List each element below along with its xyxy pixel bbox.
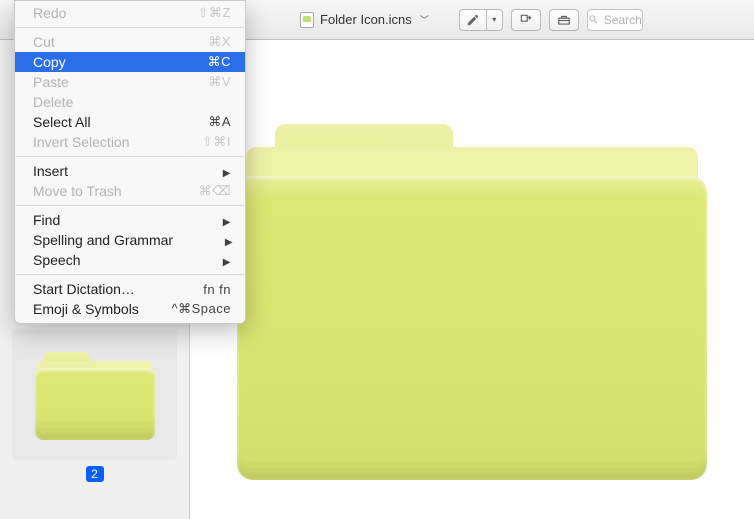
menu-item-label: Invert Selection bbox=[33, 134, 171, 150]
menu-item-shortcut: fn fn bbox=[171, 282, 231, 297]
submenu-arrow-icon: ▶ bbox=[171, 164, 231, 179]
preview-area bbox=[190, 40, 754, 519]
file-type-icon bbox=[300, 12, 314, 28]
menu-item-invert-selection: Invert Selection⇧⌘I bbox=[15, 132, 245, 152]
menu-item-shortcut: ^⌘Space bbox=[171, 301, 231, 317]
edit-button-group: ▾ bbox=[459, 9, 503, 31]
menu-item-label: Emoji & Symbols bbox=[33, 301, 171, 317]
menu-item-shortcut: ⇧⌘I bbox=[171, 134, 231, 150]
markup-dropdown[interactable]: ▾ bbox=[487, 9, 503, 31]
document-title-label: Folder Icon.icns bbox=[320, 12, 412, 27]
menu-item-redo: Redo⇧⌘Z bbox=[15, 3, 245, 23]
menu-item-cut: Cut⌘X bbox=[15, 32, 245, 52]
thumbnail-item[interactable] bbox=[12, 330, 177, 460]
rotate-icon bbox=[519, 13, 533, 27]
pencil-icon bbox=[466, 13, 480, 27]
share-button[interactable] bbox=[549, 9, 579, 31]
toolbar-buttons: ▾ Search bbox=[459, 9, 653, 31]
menu-item-shortcut: ⌘C bbox=[171, 54, 231, 70]
menu-item-speech[interactable]: Speech▶ bbox=[15, 250, 245, 270]
search-input[interactable]: Search bbox=[587, 9, 643, 31]
menu-item-label: Move to Trash bbox=[33, 183, 171, 199]
folder-icon bbox=[35, 350, 155, 440]
menu-item-shortcut: ⌘X bbox=[171, 34, 231, 50]
menu-separator bbox=[16, 27, 244, 28]
document-title[interactable]: Folder Icon.icns ﹀ bbox=[300, 12, 429, 28]
menu-item-emoji-symbols[interactable]: Emoji & Symbols^⌘Space bbox=[15, 299, 245, 319]
submenu-arrow-icon: ▶ bbox=[171, 253, 231, 268]
menu-item-label: Cut bbox=[33, 34, 171, 50]
rotate-button[interactable] bbox=[511, 9, 541, 31]
menu-item-label: Delete bbox=[33, 94, 171, 110]
menu-item-label: Find bbox=[33, 212, 171, 228]
menu-item-paste: Paste⌘V bbox=[15, 72, 245, 92]
menu-item-label: Paste bbox=[33, 74, 171, 90]
edit-context-menu: Redo⇧⌘ZCut⌘XCopy⌘CPaste⌘VDeleteSelect Al… bbox=[14, 0, 246, 324]
menu-item-start-dictation[interactable]: Start Dictation…fn fn bbox=[15, 279, 245, 299]
menu-item-label: Start Dictation… bbox=[33, 281, 171, 297]
menu-item-label: Insert bbox=[33, 163, 171, 179]
menu-item-move-to-trash: Move to Trash⌘⌫ bbox=[15, 181, 245, 201]
menu-separator bbox=[16, 156, 244, 157]
search-placeholder: Search bbox=[604, 13, 642, 27]
menu-item-label: Redo bbox=[33, 5, 171, 21]
folder-icon bbox=[237, 110, 707, 480]
menu-item-shortcut: ⇧⌘Z bbox=[171, 5, 231, 21]
menu-item-label: Select All bbox=[33, 114, 171, 130]
thumbnail-page-number: 2 bbox=[86, 466, 104, 482]
chevron-down-icon: ﹀ bbox=[420, 13, 429, 26]
menu-item-spelling-and-grammar[interactable]: Spelling and Grammar▶ bbox=[15, 230, 245, 250]
menu-item-insert[interactable]: Insert▶ bbox=[15, 161, 245, 181]
menu-item-label: Spelling and Grammar bbox=[33, 232, 173, 248]
menu-item-copy[interactable]: Copy⌘C bbox=[15, 52, 245, 72]
menu-separator bbox=[16, 205, 244, 206]
menu-item-find[interactable]: Find▶ bbox=[15, 210, 245, 230]
menu-item-shortcut: ⌘A bbox=[171, 114, 231, 130]
search-icon bbox=[588, 14, 599, 25]
submenu-arrow-icon: ▶ bbox=[171, 213, 231, 228]
menu-item-shortcut: ⌘⌫ bbox=[171, 183, 231, 199]
submenu-arrow-icon: ▶ bbox=[173, 233, 233, 248]
menu-item-select-all[interactable]: Select All⌘A bbox=[15, 112, 245, 132]
markup-button[interactable] bbox=[459, 9, 487, 31]
menu-item-delete: Delete bbox=[15, 92, 245, 112]
menu-separator bbox=[16, 274, 244, 275]
toolbox-icon bbox=[557, 13, 571, 27]
menu-item-shortcut: ⌘V bbox=[171, 74, 231, 90]
menu-item-label: Speech bbox=[33, 252, 171, 268]
menu-item-label: Copy bbox=[33, 54, 171, 70]
